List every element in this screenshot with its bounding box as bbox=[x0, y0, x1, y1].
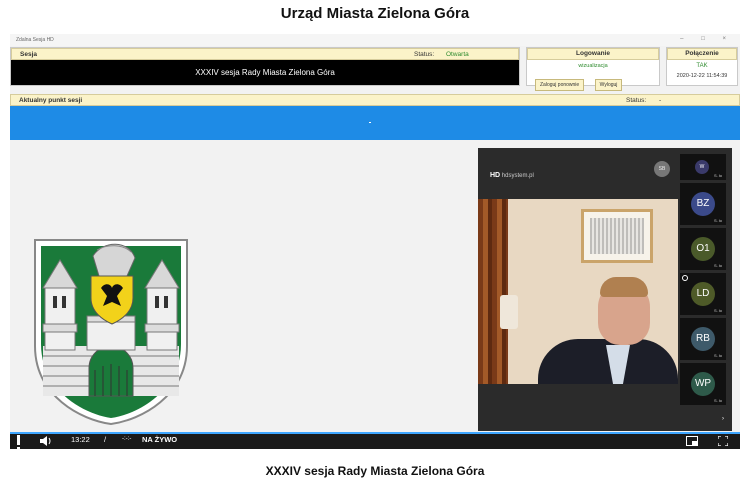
main-video-feed bbox=[478, 199, 678, 384]
punkt-display bbox=[10, 106, 740, 140]
live-badge: NA ŻYWO bbox=[142, 435, 178, 444]
participant-tile[interactable]: W S. ło bbox=[680, 154, 726, 180]
logout-button[interactable]: Wyloguj bbox=[594, 79, 623, 91]
picture-in-picture-icon[interactable] bbox=[686, 436, 698, 446]
app-name: Zdalna Sesja HD bbox=[16, 37, 54, 43]
participant-suffix: S. ło bbox=[713, 353, 722, 358]
punkt-dot bbox=[369, 122, 371, 123]
punkt-label: Aktualny punkt sesji bbox=[19, 97, 83, 104]
close-icon[interactable]: × bbox=[722, 36, 734, 42]
wall-fixture bbox=[500, 295, 518, 329]
participant-avatar: O1 bbox=[691, 237, 715, 261]
curtain bbox=[478, 199, 508, 384]
sesja-panel: Sesja Status: Otwarta XXXIV sesja Rady M… bbox=[10, 47, 520, 86]
participant-tiles: W S. ło BZ S. ło O1 S. ło LD S. ło RB S.… bbox=[680, 154, 726, 430]
punkt-status-value: - bbox=[659, 97, 662, 104]
connection-status: TAK bbox=[696, 63, 708, 69]
video-caption: XXXIV sesja Rady Miasta Zielona Góra bbox=[265, 464, 485, 478]
login-again-button[interactable]: Zaloguj ponownie bbox=[535, 79, 585, 91]
sesja-header: Sesja Status: Otwarta bbox=[11, 48, 519, 60]
participant-avatar: LD bbox=[691, 282, 715, 306]
active-speaker-marker bbox=[682, 275, 688, 281]
participant-avatar: W bbox=[695, 160, 709, 174]
provider-logo: HD hdsystem.pl bbox=[490, 172, 534, 179]
video-conference-panel: HD hdsystem.pl SB W S. ło BZ S. ło O1 S.… bbox=[478, 148, 732, 431]
logowanie-header: Logowanie bbox=[527, 48, 659, 60]
login-buttons: Zaloguj ponownie Wyloguj bbox=[535, 73, 628, 91]
video-player[interactable]: Zdalna Sesja HD – □ × Sesja Status: Otwa… bbox=[10, 34, 740, 449]
sesja-label: Sesja bbox=[20, 51, 37, 58]
coat-of-arms-logo bbox=[34, 239, 188, 426]
window-controls: – □ × bbox=[680, 36, 734, 42]
participant-suffix: S. ło bbox=[713, 263, 722, 268]
participant-suffix: S. ło bbox=[713, 398, 722, 403]
page-title: Urząd Miasta Zielona Góra bbox=[280, 5, 470, 22]
current-time: 13:22 bbox=[71, 435, 90, 444]
logowanie-panel: Logowanie wizualizacja Zaloguj ponownie … bbox=[526, 47, 660, 91]
participant-tile[interactable]: BZ S. ło bbox=[680, 183, 726, 225]
speaker-badge: SB bbox=[654, 161, 670, 177]
participant-tile[interactable]: O1 S. ło bbox=[680, 228, 726, 270]
maximize-icon[interactable]: □ bbox=[701, 36, 713, 42]
sesja-status-label: Status: bbox=[414, 51, 435, 58]
pause-icon[interactable] bbox=[17, 435, 26, 449]
progress-bar[interactable] bbox=[10, 432, 740, 434]
login-mode: wizualizacja bbox=[578, 63, 608, 69]
sesja-status-value: Otwarta bbox=[446, 51, 469, 58]
connection-timestamp: 2020-12-22 11:54:39 bbox=[676, 73, 728, 79]
participant-avatar: BZ bbox=[691, 192, 715, 216]
punkt-status-label: Status: bbox=[626, 97, 647, 104]
time-separator: / bbox=[104, 435, 107, 444]
participant-avatar: WP bbox=[691, 372, 715, 396]
participant-suffix: S. ło bbox=[713, 173, 722, 178]
fullscreen-icon[interactable] bbox=[718, 436, 728, 446]
polaczenie-panel: Połączenie TAK 2020-12-22 11:54:39 bbox=[666, 47, 738, 86]
app-window-bar: Zdalna Sesja HD – □ × bbox=[10, 34, 740, 46]
progress-fill bbox=[10, 432, 740, 434]
session-name: XXXIV sesja Rady Miasta Zielona Góra bbox=[11, 60, 519, 85]
punkt-panel: Aktualny punkt sesji Status: - bbox=[10, 94, 740, 140]
speaker-hair bbox=[600, 277, 648, 297]
player-controls: 13:22 / -:-:- NA ŻYWO bbox=[10, 432, 740, 449]
polaczenie-header: Połączenie bbox=[667, 48, 737, 60]
participant-tile[interactable]: LD S. ło bbox=[680, 273, 726, 315]
participant-tile[interactable]: RB S. ło bbox=[680, 318, 726, 360]
wall-picture bbox=[581, 209, 653, 263]
punkt-header: Aktualny punkt sesji Status: - bbox=[10, 94, 740, 106]
duration: -:-:- bbox=[122, 436, 132, 442]
volume-icon[interactable] bbox=[40, 436, 52, 446]
participant-tile[interactable]: WP S. ło bbox=[680, 363, 726, 405]
more-participants-icon[interactable]: › bbox=[722, 416, 724, 422]
participant-suffix: S. ło bbox=[713, 218, 722, 223]
participant-suffix: S. ło bbox=[713, 308, 722, 313]
minimize-icon[interactable]: – bbox=[680, 36, 691, 42]
participant-avatar: RB bbox=[691, 327, 715, 351]
